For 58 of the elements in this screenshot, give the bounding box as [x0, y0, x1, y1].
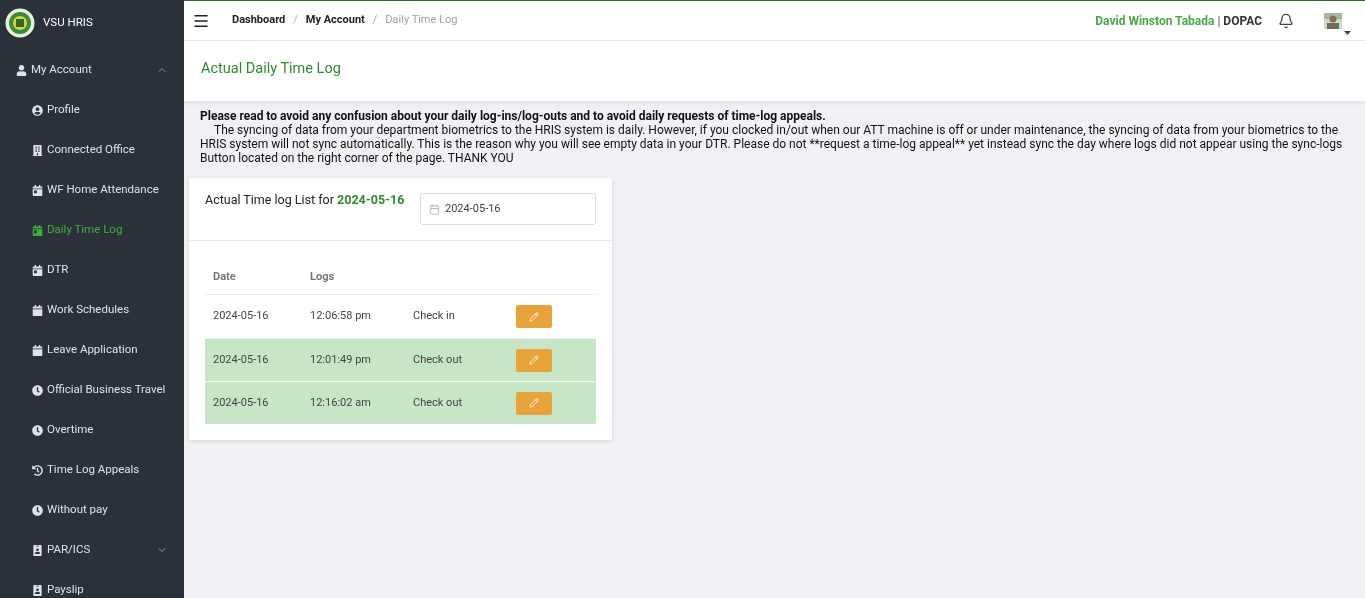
sidebar-item[interactable]: PAR/ICS	[0, 530, 184, 570]
logo-icon	[5, 8, 35, 38]
calendar-icon	[32, 344, 43, 356]
table-cell-text: Check out	[413, 351, 464, 368]
table-cell-text: 12:06:58 pm	[310, 308, 372, 325]
sidebar-item[interactable]: WF Home Attendance	[0, 170, 184, 210]
calendar-icon	[32, 264, 43, 276]
sidebar-item[interactable]: Daily Time Log	[0, 210, 184, 250]
sidebar-item[interactable]: Payslip	[0, 570, 184, 598]
calendar-icon	[32, 304, 43, 316]
sidebar-item[interactable]: Work Schedules	[0, 290, 184, 330]
sidebar-item[interactable]: Overtime	[0, 410, 184, 450]
card-title: Actual Time log List for	[205, 192, 335, 207]
sidebar-item[interactable]: Profile	[0, 90, 184, 130]
breadcrumb-separator: /	[372, 12, 378, 29]
calendar-icon	[32, 184, 43, 196]
notification-icon[interactable]	[1278, 12, 1294, 29]
table-cell-text: Check in	[413, 308, 456, 325]
sidebar-item[interactable]: Time Log Appeals	[0, 450, 184, 490]
card-title-date: 2024-05-16	[337, 192, 405, 207]
table-cell-text: 12:01:49 pm	[310, 351, 372, 368]
date-field[interactable]: 2024-05-16	[420, 193, 596, 225]
user-icon	[16, 64, 27, 76]
dropdown-caret-icon[interactable]	[1344, 30, 1351, 35]
table-cell-text: Check out	[413, 394, 464, 411]
sidebar-item[interactable]: My Account	[0, 50, 184, 90]
notice-heading: Please read to avoid any confusion about your daily log-ins/log-outs and to avoid daily requests of time-log appeals.	[200, 109, 827, 123]
pencil-icon	[529, 311, 539, 322]
page-title: Actual Daily Time Log	[201, 59, 341, 79]
office-name: DOPAC	[1223, 12, 1262, 30]
clock-icon	[32, 424, 43, 436]
sidebar-item[interactable]: Official Business Travel	[0, 370, 184, 410]
clock-icon	[32, 384, 43, 396]
calendar-icon	[429, 203, 440, 215]
sidebar-item[interactable]: Leave Application	[0, 330, 184, 370]
table-cell-text: 2024-05-16	[212, 351, 270, 368]
notice-text: The syncing of data from your department biometrics to the HRIS system is daily. However, if you clocked in/out when our ATT machine is off or under maintenance, the syncing of data from your biometrics to the HRIS system will not sync automatically. This is the reason why you will see empty data in your DTR. Please do not **request a time-log appeal** yet instead sync the day where logs did not appear using the sync-logs Button located on the right corner of the page. THANK YOU	[200, 123, 1344, 165]
breadcrumb-link[interactable]: My Account	[305, 12, 365, 29]
sidebar-item[interactable]: Without pay	[0, 490, 184, 530]
column-header: Logs	[310, 269, 335, 286]
table-cell-text: 12:16:02 am	[310, 394, 372, 411]
sidebar-item[interactable]: DTR	[0, 250, 184, 290]
column-header: Date	[212, 269, 237, 286]
pencil-icon	[529, 355, 539, 365]
breadcrumb-separator: /	[293, 12, 298, 29]
app-name: VSU HRIS	[43, 14, 93, 32]
calendar-icon	[32, 224, 43, 236]
breadcrumb-link[interactable]: Dashboard	[232, 12, 286, 29]
building-icon	[32, 144, 43, 156]
badge-icon	[32, 544, 43, 556]
badge-icon	[32, 584, 43, 596]
sidebar-item[interactable]: Connected Office	[0, 130, 184, 170]
clock-icon	[32, 504, 43, 516]
divider-text: |	[1217, 12, 1221, 30]
pencil-icon	[529, 398, 539, 408]
table-cell-text: 2024-05-16	[212, 394, 270, 411]
table-cell-text: 2024-05-16	[212, 308, 270, 325]
history-icon	[32, 464, 43, 476]
